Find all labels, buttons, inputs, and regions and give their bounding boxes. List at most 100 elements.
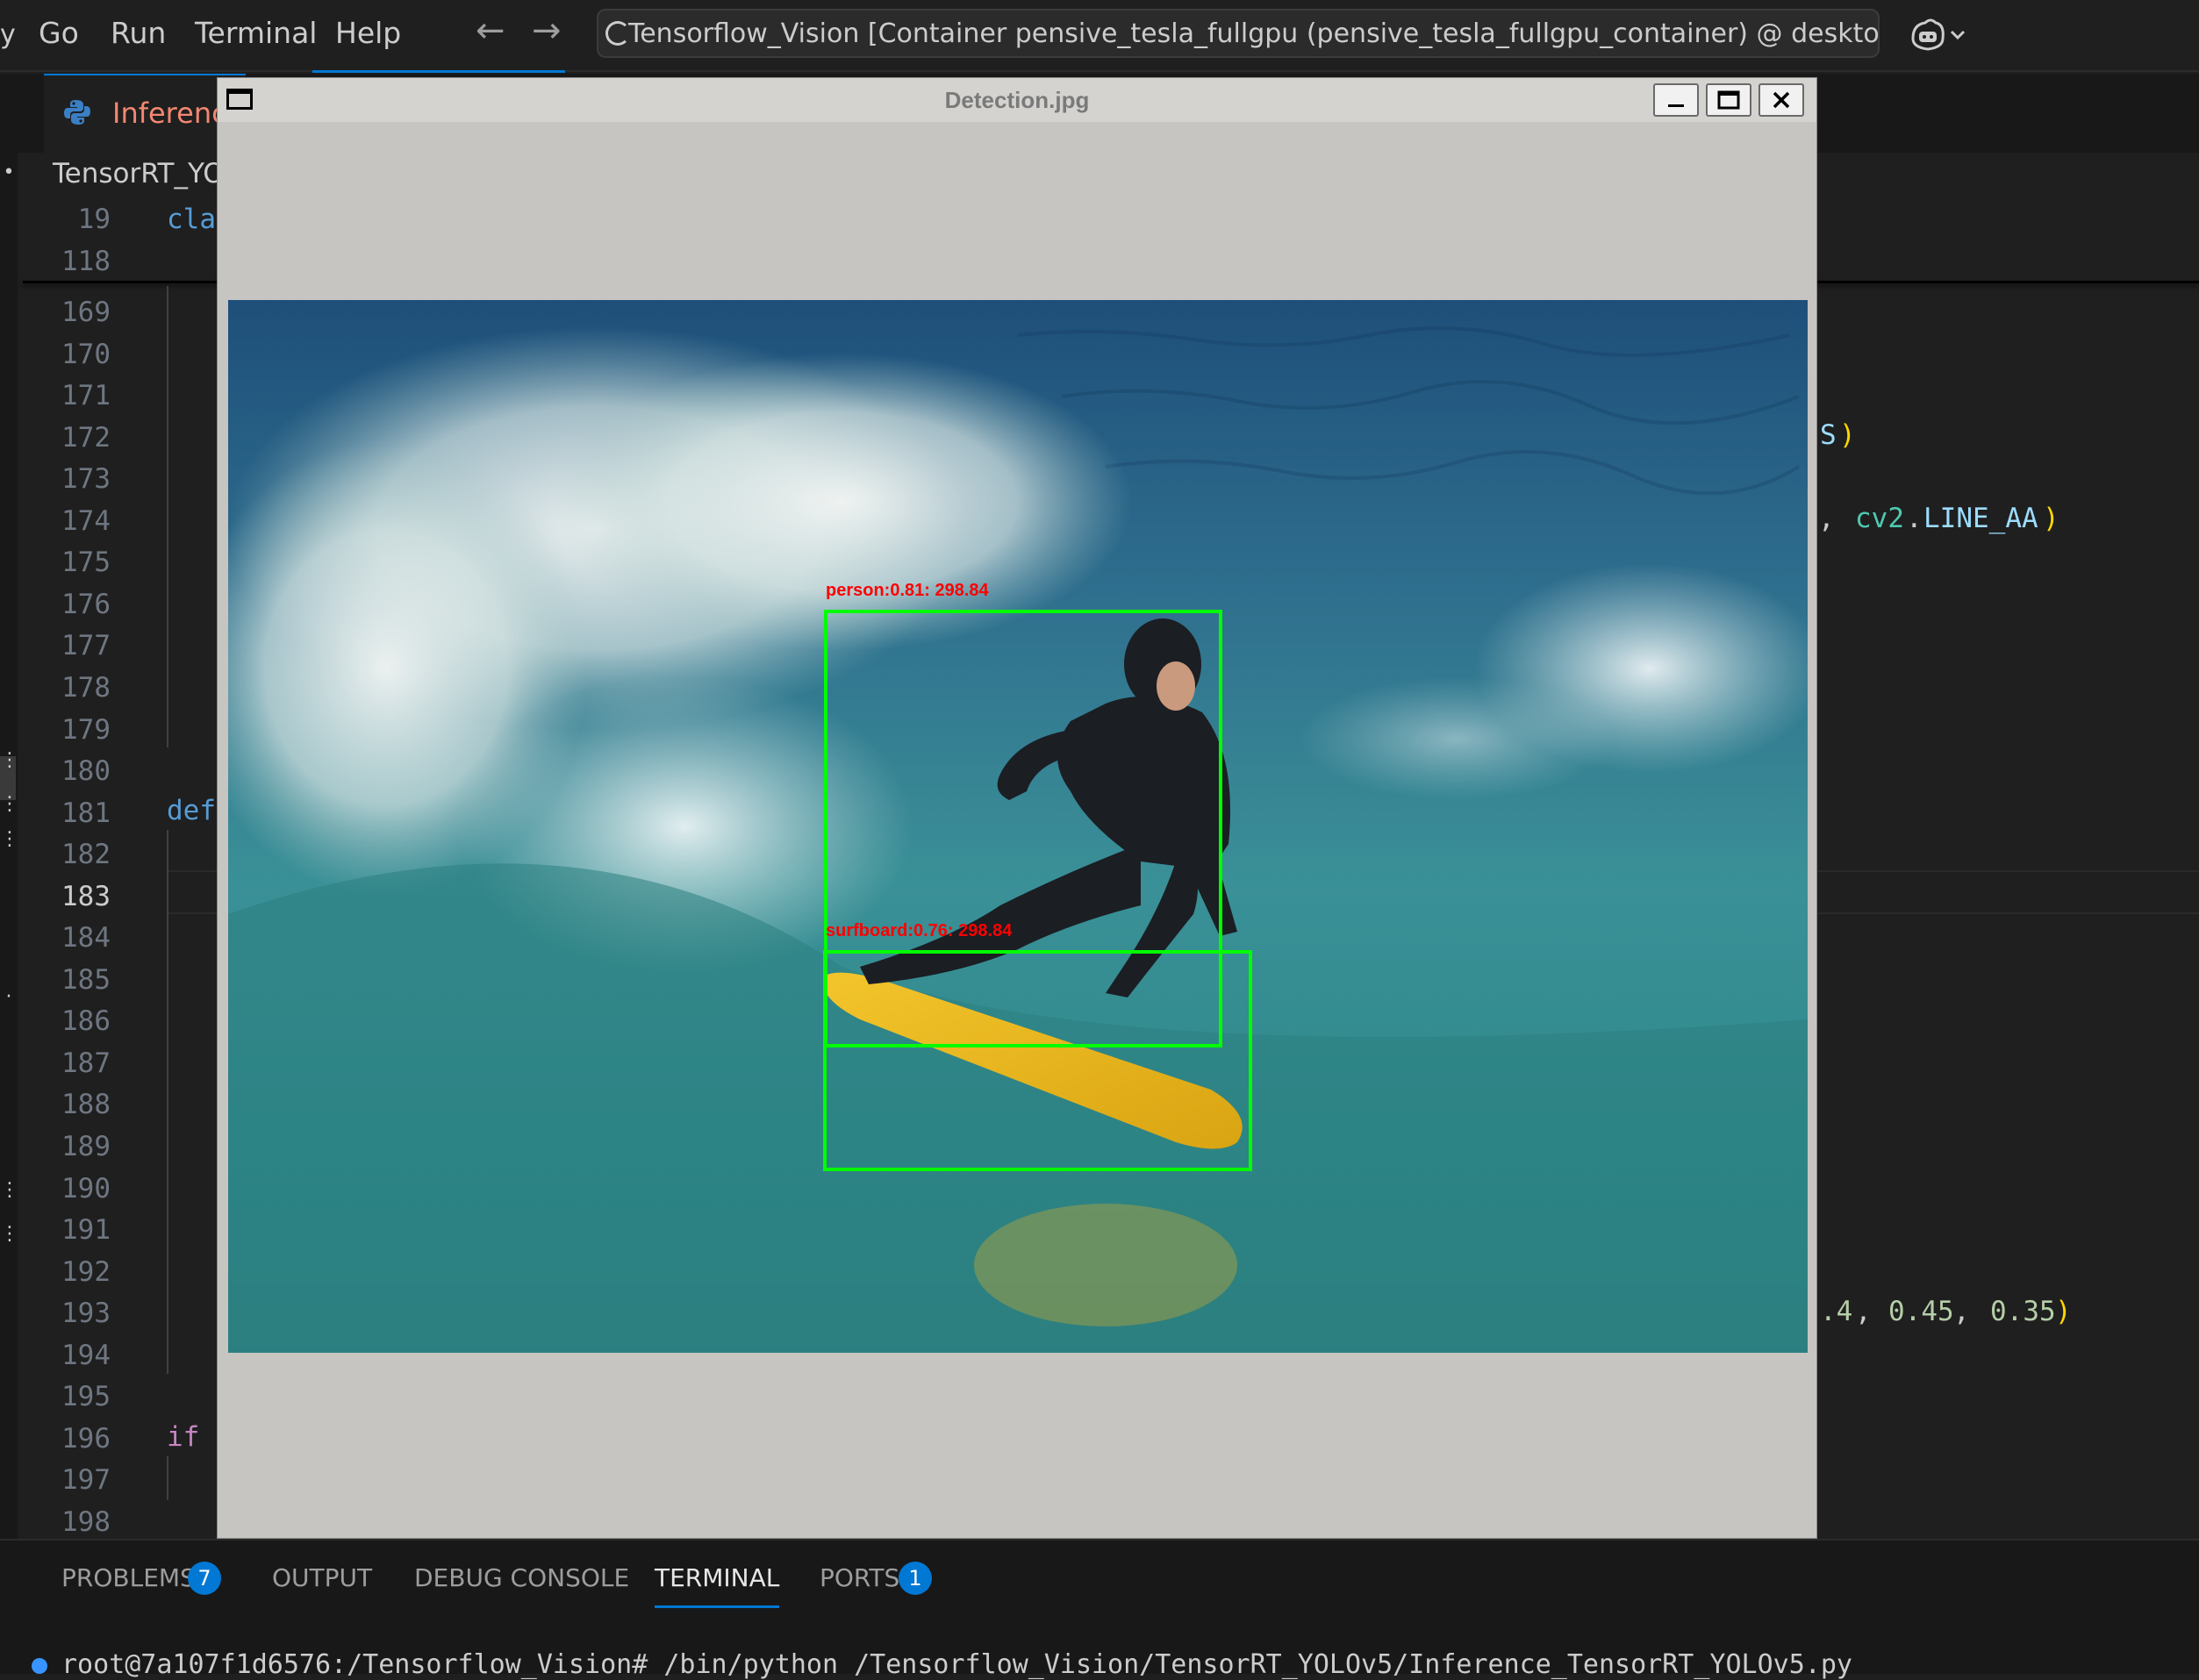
line-number: 189 xyxy=(61,1131,111,1162)
code-keyword-if[interactable]: if xyxy=(167,1421,199,1453)
command-center[interactable]: Tensorflow_Vision [Container pensive_tes… xyxy=(597,9,1880,58)
code-fragment[interactable]: S xyxy=(1820,419,1837,451)
copilot-button[interactable] xyxy=(1906,12,1976,56)
line-number: 193 xyxy=(61,1298,111,1329)
indent-guide xyxy=(167,286,168,747)
title-bar: y Go Run Terminal Help ← → Tensorflow_Vi… xyxy=(0,0,2199,73)
ports-count-badge: 1 xyxy=(899,1562,932,1595)
wave-foam xyxy=(1299,677,1615,800)
line-number: 19 xyxy=(77,204,111,235)
maximize-icon xyxy=(1717,90,1740,110)
detection-image: person:0.81: 298.84 surfboard:0.76: 298.… xyxy=(228,300,1808,1353)
tab-terminal[interactable]: TERMINAL xyxy=(655,1563,780,1608)
terminal-command-line[interactable]: root@7a107f1d6576:/Tensorflow_Vision# /b… xyxy=(61,1649,1852,1680)
line-number: 170 xyxy=(61,339,111,370)
code-fragment[interactable]: ) xyxy=(2055,1296,2072,1327)
line-number: 171 xyxy=(61,380,111,411)
detection-label-surfboard: surfboard:0.76: 298.84 xyxy=(826,921,1013,940)
code-line-sticky[interactable]: cla xyxy=(167,204,216,235)
code-fragment[interactable]: cv2 xyxy=(1855,503,1904,534)
line-number: 198 xyxy=(61,1506,111,1538)
activity-marker: ⋮ xyxy=(0,828,19,850)
editor-tab-active[interactable]: Inference_ xyxy=(44,74,258,153)
activity-marker: ⋮ xyxy=(0,1179,19,1201)
line-number: 195 xyxy=(61,1381,111,1412)
line-number: 188 xyxy=(61,1089,111,1120)
activity-marker: ⋮ xyxy=(0,749,19,771)
line-number: 182 xyxy=(61,839,111,870)
code-fragment[interactable]: 0.45 xyxy=(1888,1296,1954,1327)
line-number: 179 xyxy=(61,714,111,746)
line-number: 174 xyxy=(61,505,111,537)
surfer-face xyxy=(1157,661,1195,711)
menu-run[interactable]: Run xyxy=(111,16,166,50)
line-number: 169 xyxy=(61,297,111,328)
line-number: 184 xyxy=(61,922,111,954)
line-number: 176 xyxy=(61,589,111,620)
line-number: 191 xyxy=(61,1214,111,1246)
code-fragment[interactable]: .4 xyxy=(1820,1296,1852,1327)
line-number: 175 xyxy=(61,547,111,578)
line-number: 180 xyxy=(61,755,111,787)
command-center-text: Tensorflow_Vision [Container pensive_tes… xyxy=(628,18,1880,49)
back-arrow-icon[interactable]: ← xyxy=(476,11,505,51)
image-window-title: Detection.jpg xyxy=(944,87,1090,113)
line-number: 190 xyxy=(61,1173,111,1205)
activity-bar: • ⋮ ⋮ ⋮ · ⋮ ⋮ xyxy=(0,74,19,1539)
line-number: 177 xyxy=(61,630,111,661)
line-number: 181 xyxy=(61,797,111,829)
code-fragment[interactable]: LINE_AA xyxy=(1923,503,2038,534)
line-number: 187 xyxy=(61,1047,111,1079)
menu-go[interactable]: Go xyxy=(39,16,79,50)
code-fragment[interactable]: ) xyxy=(1839,419,1856,451)
minimize-icon xyxy=(1668,104,1684,107)
line-number: 192 xyxy=(61,1256,111,1288)
image-viewer-window[interactable]: Detection.jpg person:0.81: 298.84 surfbo… xyxy=(217,77,1817,1539)
line-number: 196 xyxy=(61,1423,111,1455)
activity-marker: ⋮ xyxy=(0,1223,19,1245)
code-fragment[interactable]: , xyxy=(1953,1296,1970,1327)
line-number: 173 xyxy=(61,463,111,495)
maximize-button[interactable] xyxy=(1706,83,1751,117)
menu-active-indicator xyxy=(312,70,565,73)
tab-debug-console[interactable]: DEBUG CONSOLE xyxy=(414,1563,629,1592)
close-button[interactable] xyxy=(1758,83,1804,117)
wave-foam xyxy=(553,353,1132,651)
code-keyword-def[interactable]: def xyxy=(167,795,216,826)
loading-spinner-icon xyxy=(605,21,630,46)
line-number: 185 xyxy=(61,964,111,996)
tab-problems[interactable]: PROBLEMS xyxy=(61,1563,196,1592)
tab-ports[interactable]: PORTS xyxy=(820,1563,899,1592)
line-number: 172 xyxy=(61,422,111,454)
activity-marker: · xyxy=(5,986,12,1008)
code-fragment[interactable]: ) xyxy=(2043,503,2059,534)
code-fragment[interactable]: 0.35 xyxy=(1990,1296,2056,1327)
close-icon xyxy=(1773,91,1790,109)
minimize-button[interactable] xyxy=(1653,83,1699,117)
copilot-icon xyxy=(1911,18,1966,51)
tab-output[interactable]: OUTPUT xyxy=(272,1563,372,1592)
indent-guide xyxy=(167,1456,168,1500)
image-window-titlebar[interactable]: Detection.jpg xyxy=(218,78,1816,122)
bottom-panel: PROBLEMS 7 OUTPUT DEBUG CONSOLE TERMINAL… xyxy=(0,1539,2199,1680)
chevron-down-icon xyxy=(1950,30,1966,40)
line-number: 178 xyxy=(61,672,111,704)
activity-marker: • xyxy=(3,161,15,183)
menu-item-partial[interactable]: y xyxy=(0,19,16,50)
board-reflection xyxy=(974,1204,1237,1326)
problems-count-badge: 7 xyxy=(188,1562,221,1595)
forward-arrow-icon[interactable]: → xyxy=(532,11,562,51)
line-number: 183 xyxy=(61,881,111,912)
detection-label-person: person:0.81: 298.84 xyxy=(826,581,990,600)
terminal-status-dot xyxy=(32,1658,47,1674)
menu-terminal[interactable]: Terminal xyxy=(195,16,317,50)
line-number: 197 xyxy=(61,1464,111,1496)
code-fragment[interactable]: , xyxy=(1818,503,1835,534)
line-number: 194 xyxy=(61,1340,111,1371)
activity-marker: ⋮ xyxy=(0,793,19,815)
code-fragment[interactable]: . xyxy=(1906,503,1923,534)
breadcrumb[interactable]: TensorRT_YOl xyxy=(53,158,232,189)
menu-help[interactable]: Help xyxy=(335,16,401,50)
python-icon xyxy=(64,100,90,125)
code-fragment[interactable]: , xyxy=(1855,1296,1872,1327)
